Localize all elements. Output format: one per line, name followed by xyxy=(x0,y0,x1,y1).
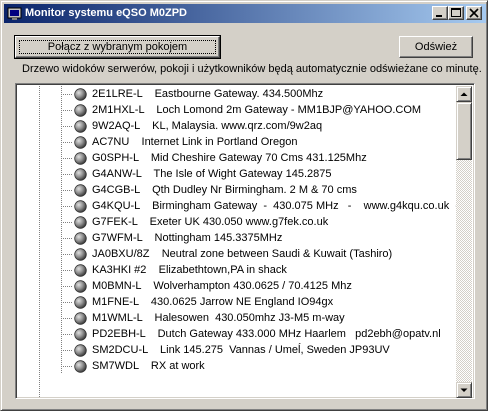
gray-ball-icon xyxy=(74,280,87,293)
tree-connector-line xyxy=(61,238,73,239)
app-icon xyxy=(7,7,22,20)
tree-item[interactable]: G4KQU-L Birmingham Gateway - 430.075 MHz… xyxy=(18,198,458,214)
server-tree-view[interactable]: 2E1LRE-L Eastbourne Gateway. 434.500Mhz 2… xyxy=(15,83,475,399)
gray-ball-icon xyxy=(74,264,87,277)
close-button[interactable] xyxy=(466,6,482,20)
close-icon xyxy=(469,8,479,18)
tree-connector-line xyxy=(61,270,73,271)
tree-item[interactable]: SM7WDL RX at work xyxy=(18,358,458,374)
tree-connector-line xyxy=(61,158,73,159)
gray-ball-icon xyxy=(74,216,87,229)
tree-item[interactable]: 2M1HXL-L Loch Lomond 2m Gateway - MM1BJP… xyxy=(18,102,458,118)
gray-ball-icon xyxy=(74,184,87,197)
maximize-button[interactable] xyxy=(448,6,464,20)
tree-connector-line xyxy=(61,94,73,95)
tree-item[interactable]: G4ANW-L The Isle of Wight Gateway 145.28… xyxy=(18,166,458,182)
maximize-icon xyxy=(451,8,461,17)
tree-item[interactable]: G7WFM-L Nottingham 145.3375MHz xyxy=(18,230,458,246)
gray-ball-icon xyxy=(74,152,87,165)
gray-ball-icon xyxy=(74,344,87,357)
tree-item-label: M0BMN-L Wolverhampton 430.0625 / 70.4125… xyxy=(92,280,352,292)
tree-item-label: JA0BXU/8Z Neutral zone between Saudi & K… xyxy=(92,248,393,260)
gray-ball-icon xyxy=(74,168,87,181)
tree-connector-line xyxy=(61,286,73,287)
tree-connector-line xyxy=(61,110,73,111)
tree-connector-line xyxy=(61,334,73,335)
tree-item-label: KA3HKI #2 Elizabethtown,PA in shack xyxy=(92,264,287,276)
tree-connector-line xyxy=(61,254,73,255)
gray-ball-icon xyxy=(74,120,87,133)
gray-ball-icon xyxy=(74,296,87,309)
tree-item-label: 9W2AQ-L KL, Malaysia. www.qrz.com/9w2aq xyxy=(92,120,323,132)
scroll-up-button[interactable] xyxy=(456,86,472,102)
tree-item[interactable]: AC7NU Internet Link in Portland Oregon xyxy=(18,134,458,150)
tree-item-label: G4CGB-L Qth Dudley Nr Birmingham. 2 M & … xyxy=(92,184,357,196)
scroll-down-button[interactable] xyxy=(456,382,472,398)
tree-item[interactable]: G4CGB-L Qth Dudley Nr Birmingham. 2 M & … xyxy=(18,182,458,198)
arrow-up-icon xyxy=(460,92,468,96)
connect-room-label: Połącz z wybranym pokojem xyxy=(47,41,188,53)
gray-ball-icon xyxy=(74,328,87,341)
title-bar[interactable]: Monitor systemu eQSO M0ZPD xyxy=(4,4,486,23)
arrow-down-icon xyxy=(460,388,468,392)
tree-connector-line xyxy=(61,174,73,175)
tree-item-label: PD2EBH-L Dutch Gateway 433.000 MHz Haarl… xyxy=(92,328,441,340)
minimize-button[interactable] xyxy=(432,6,448,20)
auto-refresh-info: Drzewo widoków serwerów, pokoji i użytko… xyxy=(22,63,482,75)
scroll-thumb[interactable] xyxy=(456,102,472,160)
tree-item[interactable]: M1FNE-L 430.0625 Jarrow NE England IO94g… xyxy=(18,294,458,310)
tree-item[interactable]: JA0BXU/8Z Neutral zone between Saudi & K… xyxy=(18,246,458,262)
connect-room-button[interactable]: Połącz z wybranym pokojem xyxy=(14,35,221,59)
tree-connector-line xyxy=(61,350,73,351)
gray-ball-icon xyxy=(74,104,87,117)
tree-connector-line xyxy=(61,366,73,367)
tree-items: 2E1LRE-L Eastbourne Gateway. 434.500Mhz 2… xyxy=(18,86,458,374)
tree-item[interactable]: KA3HKI #2 Elizabethtown,PA in shack xyxy=(18,262,458,278)
tree-item[interactable]: G7FEK-L Exeter UK 430.050 www.g7fek.co.u… xyxy=(18,214,458,230)
tree-item-label: M1WML-L Halesowen 430.050mhz J3-M5 m-way xyxy=(92,312,345,324)
tree-item-label: AC7NU Internet Link in Portland Oregon xyxy=(92,136,298,148)
minimize-icon xyxy=(436,15,442,17)
gray-ball-icon xyxy=(74,232,87,245)
tree-item-label: M1FNE-L 430.0625 Jarrow NE England IO94g… xyxy=(92,296,334,308)
monitor-window: Monitor systemu eQSO M0ZPD Połącz z wybr… xyxy=(0,0,488,411)
tree-item-label: G4KQU-L Birmingham Gateway - 430.075 MHz… xyxy=(92,200,458,212)
gray-ball-icon xyxy=(74,248,87,261)
gray-ball-icon xyxy=(74,360,87,373)
tree-item-label: 2E1LRE-L Eastbourne Gateway. 434.500Mhz xyxy=(92,88,324,100)
tree-item-label: G4ANW-L The Isle of Wight Gateway 145.28… xyxy=(92,168,332,180)
tree-item-label: SM7WDL RX at work xyxy=(92,360,205,372)
tree-item[interactable]: G0SPH-L Mid Cheshire Gateway 70 Cms 431.… xyxy=(18,150,458,166)
tree-item-label: G7FEK-L Exeter UK 430.050 www.g7fek.co.u… xyxy=(92,216,329,228)
tree-viewport: 2E1LRE-L Eastbourne Gateway. 434.500Mhz 2… xyxy=(18,86,458,398)
tree-item-label: 2M1HXL-L Loch Lomond 2m Gateway - MM1BJP… xyxy=(92,104,422,116)
tree-item[interactable]: 9W2AQ-L KL, Malaysia. www.qrz.com/9w2aq xyxy=(18,118,458,134)
tree-item-label: SM2DCU-L Link 145.275 Vannas / Umeĺ, Swe… xyxy=(92,344,390,356)
tree-connector-line xyxy=(61,318,73,319)
gray-ball-icon xyxy=(74,200,87,213)
tree-item-label: G7WFM-L Nottingham 145.3375MHz xyxy=(92,232,283,244)
tree-connector-line xyxy=(61,302,73,303)
gray-ball-icon xyxy=(74,312,87,325)
tree-connector-line xyxy=(61,222,73,223)
tree-connector-line xyxy=(61,206,73,207)
tree-item[interactable]: M0BMN-L Wolverhampton 430.0625 / 70.4125… xyxy=(18,278,458,294)
tree-item[interactable]: SM2DCU-L Link 145.275 Vannas / Umeĺ, Swe… xyxy=(18,342,458,358)
tree-item-label: G0SPH-L Mid Cheshire Gateway 70 Cms 431.… xyxy=(92,152,367,164)
tree-connector-line xyxy=(61,142,73,143)
refresh-button[interactable]: Odśwież xyxy=(399,36,473,58)
tree-item[interactable]: M1WML-L Halesowen 430.050mhz J3-M5 m-way xyxy=(18,310,458,326)
gray-ball-icon xyxy=(74,88,87,101)
window-title: Monitor systemu eQSO M0ZPD xyxy=(25,7,187,19)
tree-connector-line xyxy=(61,126,73,127)
refresh-label: Odśwież xyxy=(414,41,458,53)
vertical-scrollbar[interactable] xyxy=(456,86,472,398)
tree-item[interactable]: 2E1LRE-L Eastbourne Gateway. 434.500Mhz xyxy=(18,86,458,102)
tree-item[interactable]: PD2EBH-L Dutch Gateway 433.000 MHz Haarl… xyxy=(18,326,458,342)
tree-connector-line xyxy=(61,190,73,191)
gray-ball-icon xyxy=(74,136,87,149)
